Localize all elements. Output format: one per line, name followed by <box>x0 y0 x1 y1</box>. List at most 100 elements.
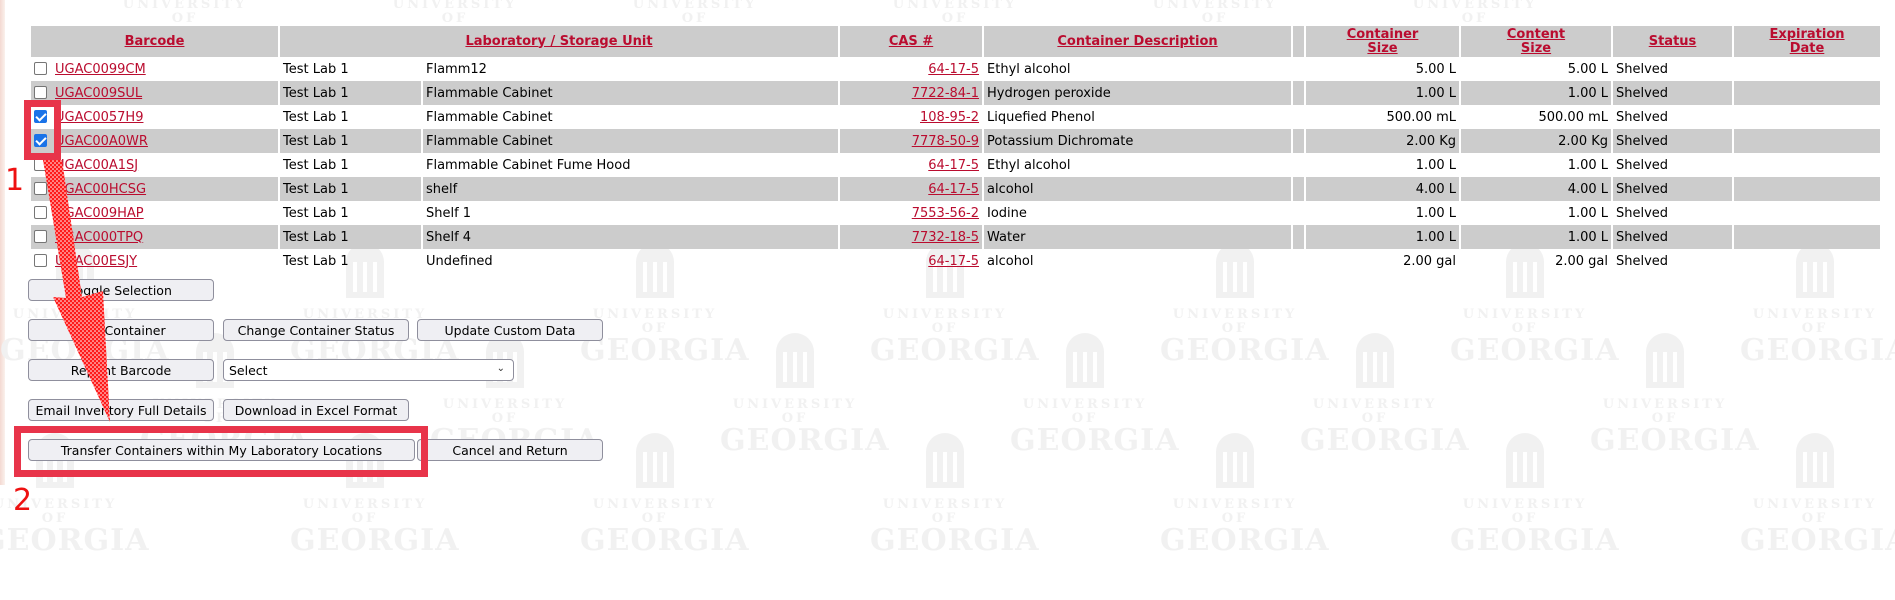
spacer-cell <box>1293 177 1307 201</box>
cas-cell: 7778-50-9 <box>840 129 985 153</box>
col-header-barcode[interactable]: Barcode <box>31 26 280 57</box>
cancel-return-button[interactable]: Cancel and Return <box>417 439 603 461</box>
row-select-checkbox[interactable] <box>34 157 47 171</box>
reprint-barcode-button[interactable]: Reprint Barcode <box>28 359 214 381</box>
expiration-cell <box>1734 129 1881 153</box>
uga-arch-icon <box>774 330 816 390</box>
barcode-link[interactable]: UGAC009SUL <box>55 86 142 101</box>
description-cell: Water <box>984 225 1294 249</box>
page-left-border <box>0 0 5 485</box>
printer-select[interactable]: Select ⌄ <box>223 359 514 381</box>
cas-cell: 64-17-5 <box>840 153 985 177</box>
storage-unit-cell: Shelf 4 <box>423 225 841 249</box>
storage-unit-cell: Flamm12 <box>423 57 841 81</box>
table-row: UGAC00A1SJ Test Lab 1 Flammable Cabinet Fu… <box>31 153 1880 177</box>
toggle-selection-button[interactable]: Toggle Selection <box>28 279 214 301</box>
row-select-checkbox[interactable] <box>34 181 47 195</box>
cas-link[interactable]: 7732-18-5 <box>912 230 979 245</box>
expiration-cell <box>1734 225 1881 249</box>
col-header-description[interactable]: Container Description <box>984 26 1294 57</box>
email-inventory-button[interactable]: Email Inventory Full Details <box>28 399 214 421</box>
uga-arch-icon <box>1354 330 1396 390</box>
lab-cell: Test Lab 1 <box>280 129 423 153</box>
container-size-cell: 2.00 Kg <box>1306 129 1462 153</box>
lab-cell: Test Lab 1 <box>280 225 423 249</box>
content-size-cell: 2.00 gal <box>1461 249 1614 273</box>
lab-cell: Test Lab 1 <box>280 105 423 129</box>
barcode-link[interactable]: UGAC00ESJY <box>55 254 137 269</box>
container-size-cell: 1.00 L <box>1306 153 1462 177</box>
cas-link[interactable]: 64-17-5 <box>928 182 979 197</box>
cas-link[interactable]: 7778-50-9 <box>912 134 979 149</box>
uga-arch-icon <box>1214 430 1256 490</box>
description-cell: Ethyl alcohol <box>984 57 1294 81</box>
barcode-link[interactable]: UGAC0057H9 <box>55 110 143 125</box>
content-size-cell: 5.00 L <box>1461 57 1614 81</box>
uga-arch-icon <box>1504 430 1546 490</box>
barcode-cell: UGAC000TPQ <box>31 225 280 249</box>
uga-watermark: UNIVERSITY OFGEORGIA <box>430 330 598 456</box>
table-row: UGAC00HCSG Test Lab 1 shelf 64-17-5 alcohol 4… <box>31 177 1881 201</box>
row-select-checkbox[interactable] <box>34 205 47 219</box>
row-select-checkbox[interactable] <box>34 229 47 243</box>
cas-link[interactable]: 7722-84-1 <box>912 86 979 101</box>
uga-watermark: UNIVERSITY OFGEORGIA <box>720 330 888 456</box>
download-excel-button[interactable]: Download in Excel Format <box>223 399 409 421</box>
uga-watermark: UNIVERSITY OFGEORGIA <box>1010 330 1178 456</box>
storage-unit-cell: Flammable Cabinet <box>423 105 841 129</box>
barcode-link[interactable]: UGAC00A0WR <box>55 134 148 149</box>
container-size-cell: 500.00 mL <box>1306 105 1462 129</box>
col-header-cas[interactable]: CAS # <box>840 26 985 57</box>
row-select-checkbox[interactable] <box>34 109 47 123</box>
col-header-container-size[interactable]: Container Size <box>1306 26 1462 57</box>
update-custom-data-button[interactable]: Update Custom Data <box>417 319 603 341</box>
col-header-status[interactable]: Status <box>1613 26 1735 57</box>
uga-arch-icon <box>1794 430 1836 490</box>
barcode-link[interactable]: UGAC00HCSG <box>55 182 146 197</box>
barcode-link[interactable]: UGAC0099CM <box>55 62 146 77</box>
barcode-link[interactable]: UGAC000TPQ <box>55 230 143 245</box>
change-container-status-button[interactable]: Change Container Status <box>223 319 409 341</box>
spacer-cell <box>1293 201 1307 225</box>
col-header-spacer <box>1293 26 1307 57</box>
uga-watermark: UNIVERSITY OFGEORGIA <box>870 430 1038 556</box>
description-cell: Ethyl alcohol <box>984 153 1294 177</box>
uga-watermark: UNIVERSITY OFGEORGIA <box>1740 430 1895 556</box>
col-header-expiration[interactable]: Expiration Date <box>1734 26 1881 57</box>
expiration-cell <box>1734 201 1880 225</box>
row-select-checkbox[interactable] <box>34 85 47 99</box>
col-header-location[interactable]: Laboratory / Storage Unit <box>280 26 841 57</box>
table-row: UGAC00ESJY Test Lab 1 Undefined 64-17-5 alco… <box>31 249 1880 273</box>
cas-cell: 7732-18-5 <box>840 225 985 249</box>
content-size-cell: 1.00 L <box>1461 153 1614 177</box>
barcode-cell: UGAC00A1SJ <box>31 153 280 177</box>
lab-cell: Test Lab 1 <box>280 81 423 105</box>
col-header-content-size[interactable]: Content Size <box>1461 26 1614 57</box>
expiration-cell <box>1734 81 1881 105</box>
row-select-checkbox[interactable] <box>34 133 47 147</box>
cas-link[interactable]: 64-17-5 <box>928 158 979 173</box>
status-cell: Shelved <box>1613 177 1735 201</box>
annotation-number-1: 1 <box>5 163 25 198</box>
description-cell: alcohol <box>984 177 1294 201</box>
row-select-checkbox[interactable] <box>34 253 47 267</box>
barcode-link[interactable]: UGAC00A1SJ <box>55 158 138 173</box>
cas-link[interactable]: 108-95-2 <box>920 110 979 125</box>
expiration-cell <box>1734 105 1880 129</box>
edit-container-button[interactable]: Edit Container <box>28 319 214 341</box>
storage-unit-cell: Shelf 1 <box>423 201 841 225</box>
transfer-containers-button[interactable]: Transfer Containers within My Laboratory… <box>28 439 415 461</box>
barcode-link[interactable]: UGAC009HAP <box>55 206 144 221</box>
cas-link[interactable]: 64-17-5 <box>928 62 979 77</box>
uga-arch-icon <box>924 430 966 490</box>
printer-select-value: Select <box>229 362 268 378</box>
cas-link[interactable]: 64-17-5 <box>928 254 979 269</box>
spacer-cell <box>1293 105 1307 129</box>
storage-unit-cell: shelf <box>423 177 841 201</box>
content-size-cell: 1.00 L <box>1461 225 1614 249</box>
row-select-checkbox[interactable] <box>34 61 47 75</box>
table-row: UGAC00A0WR Test Lab 1 Flammable Cabinet 777… <box>31 129 1881 153</box>
cas-link[interactable]: 7553-56-2 <box>912 206 979 221</box>
barcode-cell: UGAC0057H9 <box>31 105 280 129</box>
inventory-table: Barcode Laboratory / Storage Unit CAS # … <box>31 26 1881 273</box>
